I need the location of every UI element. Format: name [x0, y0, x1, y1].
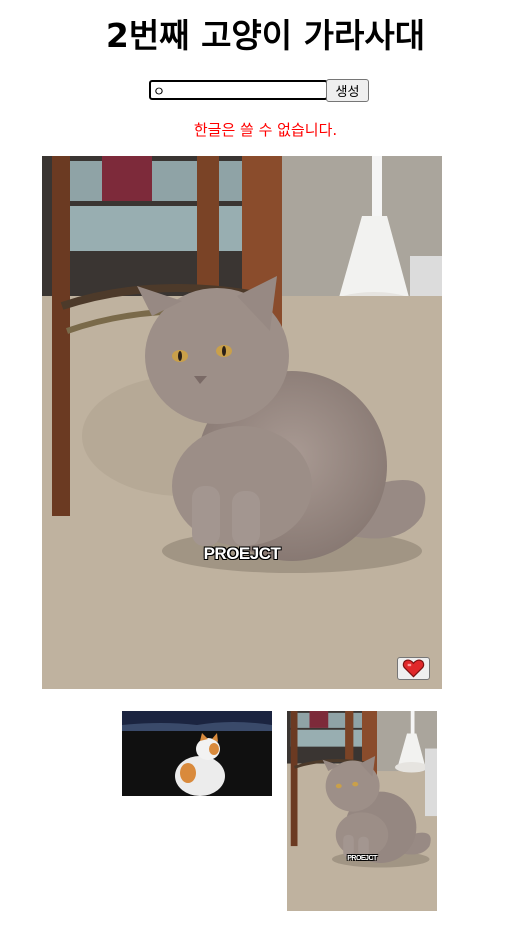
main-cat-image — [42, 156, 442, 689]
error-message: 한글은 쓸 수 없습니다. — [193, 121, 338, 139]
grey-cat-photo — [287, 711, 437, 911]
white-orange-cat-photo — [122, 711, 272, 796]
text-input[interactable] — [149, 80, 328, 100]
generate-button[interactable]: 생성 — [326, 79, 369, 102]
page-title: 2번째 고양이 가라사대 — [105, 16, 426, 55]
main-cat-card: PROEJCT — [42, 156, 442, 689]
favorite-cat-thumbnail[interactable] — [122, 711, 272, 796]
favorite-button[interactable] — [397, 657, 430, 680]
cat-form: 생성 — [149, 79, 389, 103]
favorite-caption: PROEJCT — [347, 855, 377, 862]
heart-icon — [402, 659, 425, 678]
favorite-cat-thumbnail[interactable]: PROEJCT — [287, 711, 437, 911]
main-cat-caption: PROEJCT — [203, 544, 281, 563]
